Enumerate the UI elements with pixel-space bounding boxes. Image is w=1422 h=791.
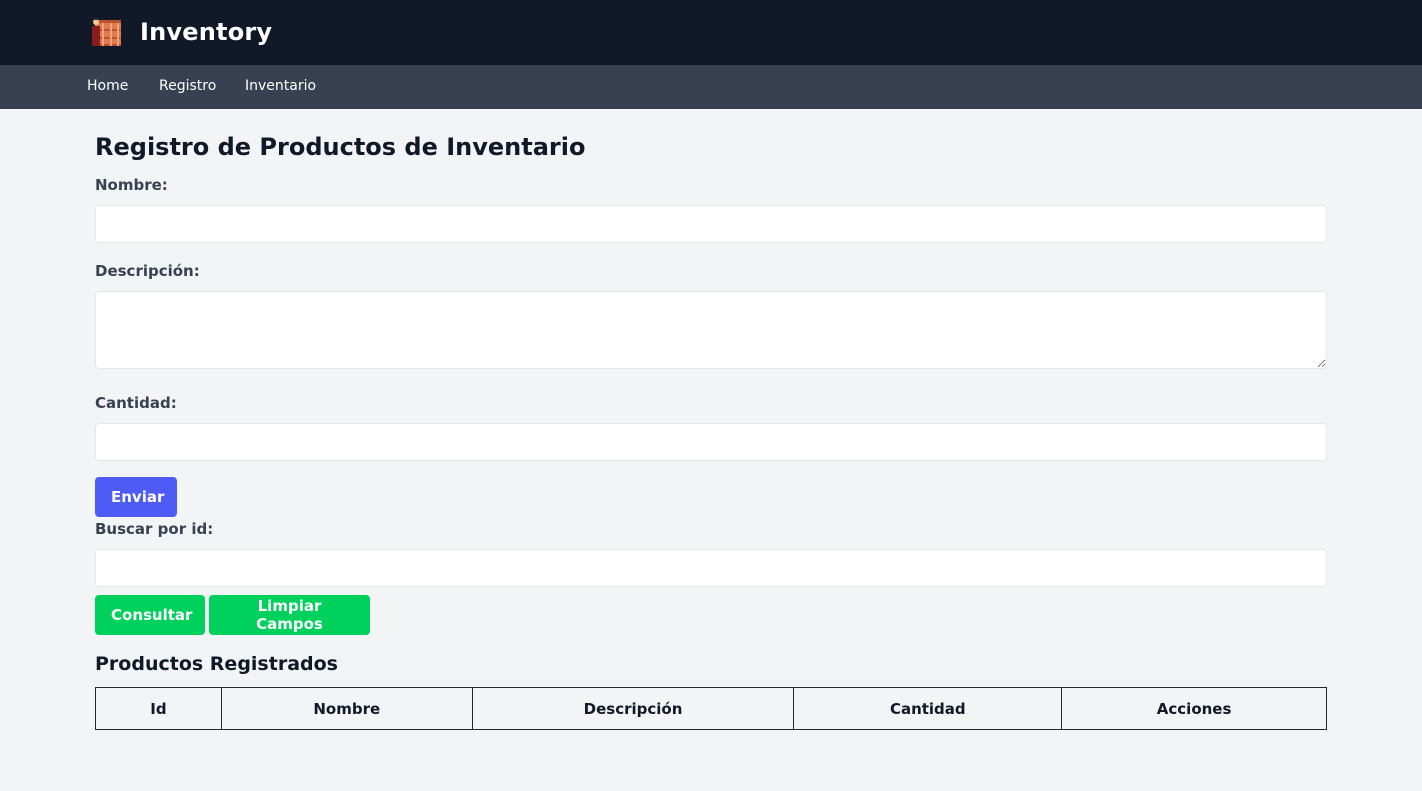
cantidad-input[interactable] [95, 423, 1327, 461]
column-header-descripcion: Descripción [471, 687, 795, 730]
products-section-title: Productos Registrados [95, 653, 338, 675]
search-id-input[interactable] [95, 549, 1327, 587]
nav-item-registro[interactable]: Registro [159, 65, 216, 109]
enviar-button[interactable]: Enviar [95, 477, 177, 517]
column-header-nombre: Nombre [220, 687, 473, 730]
nombre-label: Nombre: [95, 176, 168, 194]
top-header: Inventory [0, 0, 1422, 65]
cantidad-label: Cantidad: [95, 394, 177, 412]
app-title: Inventory [140, 18, 273, 46]
consultar-button[interactable]: Consultar [95, 595, 205, 635]
products-table: Id Nombre Descripción Cantidad Acciones [95, 687, 1327, 730]
shelves-icon [91, 16, 123, 48]
column-header-acciones: Acciones [1061, 687, 1327, 730]
nombre-input[interactable] [95, 205, 1327, 243]
limpiar-campos-button[interactable]: Limpiar Campos [209, 595, 370, 635]
page-title: Registro de Productos de Inventario [95, 133, 586, 161]
column-header-cantidad: Cantidad [793, 687, 1063, 730]
table-header-row: Id Nombre Descripción Cantidad Acciones [95, 687, 1327, 730]
column-header-id: Id [95, 687, 222, 730]
nav-item-inventario[interactable]: Inventario [245, 65, 316, 109]
descripcion-label: Descripción: [95, 262, 200, 280]
nav-item-home[interactable]: Home [87, 65, 128, 109]
brand[interactable]: Inventory [91, 14, 272, 50]
main-nav: Home Registro Inventario [0, 65, 1422, 109]
descripcion-textarea[interactable] [95, 291, 1327, 369]
buscar-label: Buscar por id: [95, 520, 214, 538]
